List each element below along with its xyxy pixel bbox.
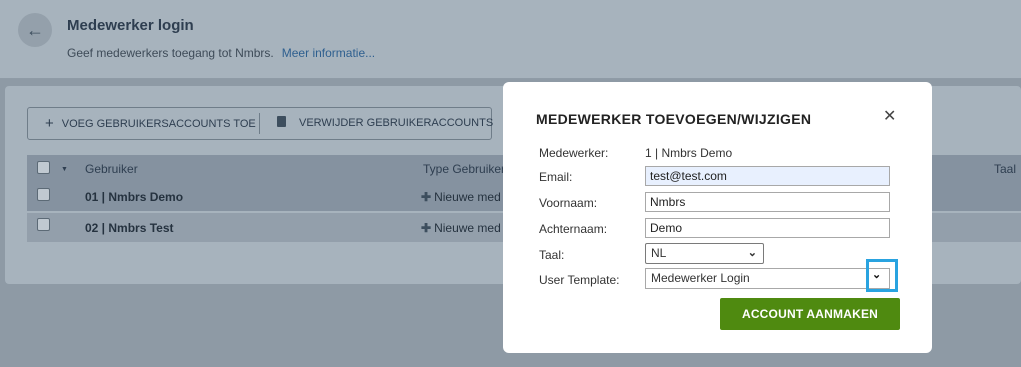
row-checkbox[interactable] bbox=[37, 218, 50, 231]
first-name-field[interactable]: Nmbrs bbox=[645, 192, 890, 212]
toolbar-divider bbox=[259, 113, 260, 134]
row-user: 02 | Nmbrs Test bbox=[85, 221, 174, 235]
row-type-label: Nieuwe med bbox=[434, 221, 501, 235]
back-button[interactable]: ← bbox=[18, 13, 52, 47]
remove-accounts-label: VERWIJDER GEBRUIKERACCOUNTS bbox=[299, 117, 494, 129]
column-header-language[interactable]: Taal bbox=[994, 162, 1016, 176]
more-info-link[interactable]: Meer informatie... bbox=[282, 46, 375, 60]
chevron-down-icon: ⌄ bbox=[747, 247, 757, 259]
modal-title: MEDEWERKER TOEVOEGEN/WIJZIGEN bbox=[536, 111, 812, 127]
plus-icon: + bbox=[45, 115, 54, 132]
subtitle-text: Geef medewerkers toegang tot Nmbrs. bbox=[67, 46, 274, 60]
language-select[interactable]: NL ⌄ bbox=[645, 243, 764, 264]
language-value: NL bbox=[651, 246, 667, 260]
template-value: Medewerker Login bbox=[651, 271, 750, 285]
add-accounts-button[interactable]: + VOEG GEBRUIKERSACCOUNTS TOE bbox=[45, 108, 256, 139]
close-icon[interactable]: ✕ bbox=[883, 106, 896, 126]
employee-modal: MEDEWERKER TOEVOEGEN/WIJZIGEN ✕ Medewerk… bbox=[503, 82, 932, 353]
column-header-user[interactable]: Gebruiker bbox=[85, 162, 138, 176]
plus-icon: ✚ bbox=[421, 221, 432, 235]
chevron-down-icon[interactable]: ⌄ bbox=[872, 268, 881, 281]
last-name-field[interactable]: Demo bbox=[645, 218, 890, 238]
arrow-left-icon: ← bbox=[26, 20, 44, 40]
employee-value: 1 | Nmbrs Demo bbox=[645, 146, 733, 160]
template-label: User Template: bbox=[539, 273, 620, 287]
page-title: Medewerker login bbox=[67, 17, 194, 34]
select-all-checkbox[interactable] bbox=[37, 161, 50, 174]
last-name-label: Achternaam: bbox=[539, 222, 608, 236]
page-subtitle: Geef medewerkers toegang tot Nmbrs. Meer … bbox=[67, 46, 375, 60]
plus-icon: ✚ bbox=[421, 190, 432, 204]
toolbar: + VOEG GEBRUIKERSACCOUNTS TOE VERWIJDER G… bbox=[27, 107, 493, 140]
language-label: Taal: bbox=[539, 248, 565, 262]
row-type: ✚ Nieuwe med bbox=[421, 221, 501, 235]
row-checkbox[interactable] bbox=[37, 188, 50, 201]
create-account-button[interactable]: ACCOUNT AANMAKEN bbox=[720, 298, 900, 330]
email-field[interactable]: test@test.com bbox=[645, 166, 890, 186]
first-name-label: Voornaam: bbox=[539, 196, 598, 210]
employee-label: Medewerker: bbox=[539, 146, 609, 160]
row-user: 01 | Nmbrs Demo bbox=[85, 190, 184, 204]
row-type: ✚ Nieuwe med bbox=[421, 190, 501, 204]
row-type-label: Nieuwe med bbox=[434, 190, 501, 204]
email-label: Email: bbox=[539, 170, 573, 184]
template-dropdown-highlight[interactable] bbox=[866, 259, 898, 292]
remove-accounts-button[interactable]: VERWIJDER GEBRUIKERACCOUNTS bbox=[277, 108, 493, 139]
trash-icon bbox=[277, 116, 286, 127]
add-accounts-label: VOEG GEBRUIKERSACCOUNTS TOE bbox=[61, 118, 256, 130]
chevron-down-icon[interactable]: ▼ bbox=[61, 166, 68, 173]
column-header-type[interactable]: Type Gebruiker bbox=[423, 162, 505, 176]
template-select[interactable]: Medewerker Login bbox=[645, 268, 890, 289]
page-header: ← Medewerker login Geef medewerkers toeg… bbox=[0, 0, 1021, 79]
